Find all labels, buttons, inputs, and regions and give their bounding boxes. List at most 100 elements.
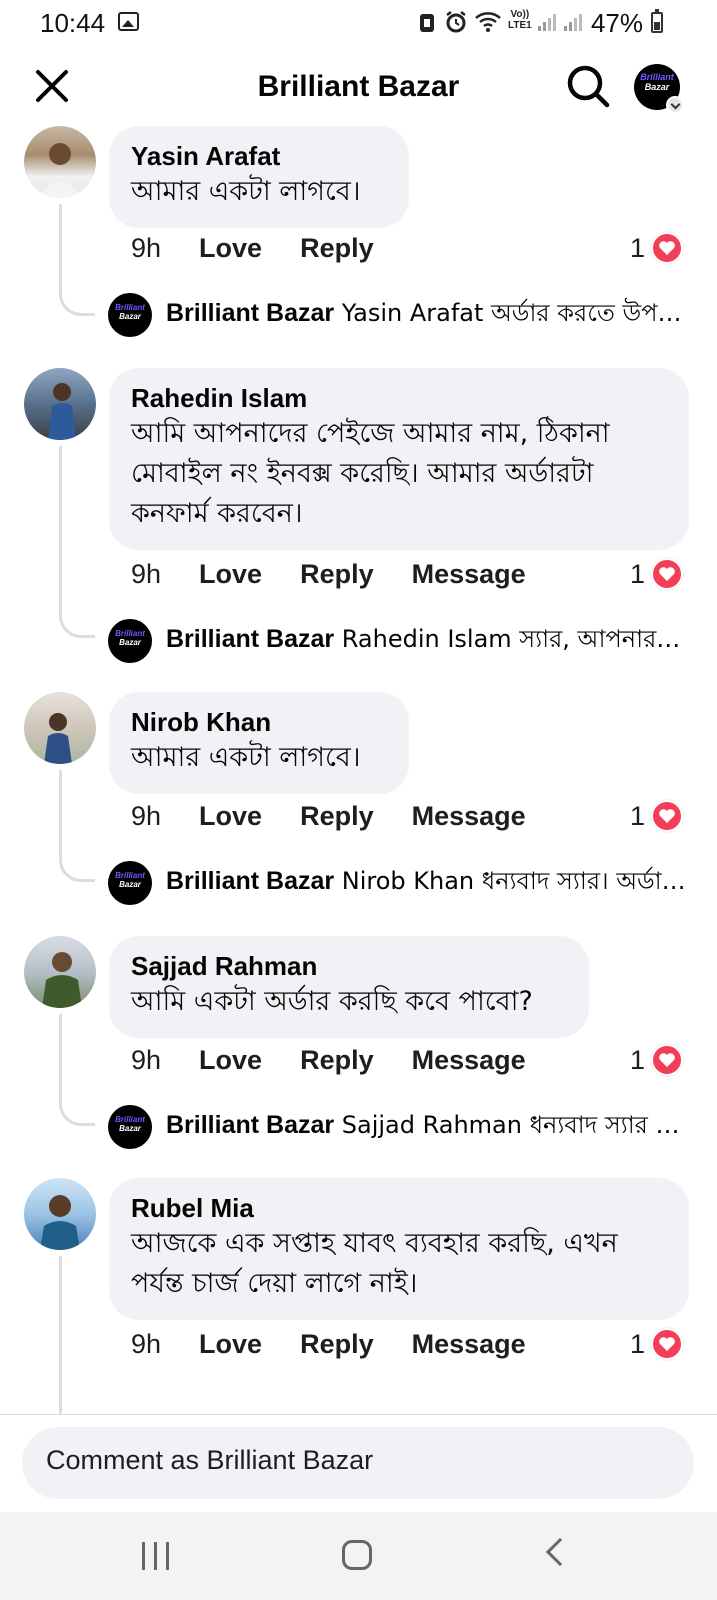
reply-preview[interactable]: Brilliant Bazar Brilliant Bazar Yasin Ara… (108, 292, 688, 338)
comment-bubble[interactable]: Nirob Khan আমার একটা লাগবে। (109, 692, 409, 794)
reaction-summary[interactable]: 1 (630, 554, 683, 594)
reaction-summary[interactable]: 1 (630, 1324, 683, 1364)
reply-author: Brilliant Bazar (166, 867, 335, 895)
comment-thread: Rubel Mia আজকে এক সপ্তাহ যাবৎ ব্যবহার কর… (0, 1178, 717, 1414)
reply-preview[interactable]: Brilliant Bazar Brilliant Bazar Rahedin I… (108, 618, 688, 664)
thread-connector (59, 446, 95, 638)
love-button[interactable]: Love (199, 559, 262, 590)
love-reaction-icon (651, 1328, 683, 1360)
reaction-count: 1 (629, 558, 645, 589)
comment-thread: Rahedin Islam আমি আপনাদের পেইজে আমার নাম… (0, 368, 717, 668)
brand-avatar[interactable]: Brilliant Bazar (108, 1105, 152, 1149)
comment-actions: 9h Love Reply (131, 228, 412, 268)
comment-input[interactable]: Comment as Brilliant Bazar (22, 1427, 694, 1499)
reply-author: Brilliant Bazar (166, 1111, 335, 1139)
battery-percent: 47% (590, 8, 643, 38)
reaction-summary[interactable]: 1 (630, 796, 683, 836)
reply-text: Brilliant Bazar Sajjad Rahman ধন্যবাদ স্… (166, 1107, 686, 1147)
search-icon[interactable] (564, 62, 612, 110)
love-button[interactable]: Love (199, 1329, 262, 1360)
love-button[interactable]: Love (199, 233, 262, 264)
reply-button[interactable]: Reply (300, 233, 374, 264)
reply-snippet: Sajjad Rahman ধন্যবাদ স্যার আ... (341, 1111, 686, 1139)
comment-thread: Yasin Arafat আমার একটা লাগবে। 9h Love Re… (0, 126, 717, 346)
comment-thread: Sajjad Rahman আমি একটা অর্ডার করছি কবে প… (0, 936, 717, 1156)
brand-avatar[interactable]: Brilliant Bazar (108, 293, 152, 337)
volte-label: Vo)) (510, 9, 530, 20)
brand-avatar[interactable]: Brilliant Bazar (108, 619, 152, 663)
brand-logo-line1: Brilliant (640, 72, 674, 82)
love-button[interactable]: Love (199, 801, 262, 832)
thread-connector (59, 204, 95, 316)
thread-connector (59, 1256, 95, 1414)
thread-connector (59, 1014, 95, 1126)
reply-button[interactable]: Reply (300, 559, 374, 590)
message-button[interactable]: Message (412, 559, 526, 590)
comment-bubble[interactable]: Rubel Mia আজকে এক সপ্তাহ যাবৎ ব্যবহার কর… (109, 1178, 689, 1320)
signal-icon-sim2 (564, 14, 582, 31)
brand-logo-line2: Bazar (644, 82, 670, 92)
status-bar: 10:44 Vo)) LTE1 47% (0, 0, 717, 46)
recent-apps-icon[interactable] (142, 1542, 172, 1570)
app-notification-icon (420, 14, 434, 32)
brand-logo-line2: Bazar (119, 880, 141, 889)
thread-connector (59, 770, 95, 882)
comment-text: আমার একটা লাগবে। (131, 742, 361, 773)
home-icon[interactable] (342, 1540, 372, 1570)
avatar[interactable] (24, 126, 96, 198)
brand-avatar[interactable]: Brilliant Bazar (108, 861, 152, 905)
comment-time: 9h (131, 800, 162, 831)
reply-snippet: Rahedin Islam স্যার, আপনার অ... (341, 625, 686, 653)
reply-button[interactable]: Reply (300, 1329, 374, 1360)
comment-text: আমি আপনাদের পেইজে আমার নাম, ঠিকানা মোবাই… (131, 418, 610, 529)
comment-composer-bar: Comment as Brilliant Bazar (0, 1414, 717, 1512)
brand-logo-line2: Bazar (119, 1124, 141, 1133)
love-button[interactable]: Love (199, 1045, 262, 1076)
reaction-count: 1 (629, 1328, 645, 1359)
comment-time: 9h (131, 1328, 162, 1359)
comment-author[interactable]: Nirob Khan (131, 706, 387, 738)
message-button[interactable]: Message (412, 801, 526, 832)
gallery-notification-icon (118, 12, 139, 31)
brand-logo: Brilliant Bazar (109, 303, 151, 321)
brand-logo-line1: Brilliant (115, 1115, 145, 1124)
reply-preview[interactable]: Brilliant Bazar Brilliant Bazar Nirob Kha… (108, 860, 688, 906)
person-photo-icon (44, 713, 72, 764)
avatar[interactable] (24, 1178, 96, 1250)
message-button[interactable]: Message (412, 1045, 526, 1076)
reply-snippet: Nirob Khan ধন্যবাদ স্যার। অর্ডার... (341, 867, 686, 895)
comment-author[interactable]: Rubel Mia (131, 1192, 667, 1224)
brand-logo: Brilliant Bazar (109, 629, 151, 647)
brand-logo-line2: Bazar (119, 638, 141, 647)
love-reaction-icon (651, 800, 683, 832)
reply-button[interactable]: Reply (300, 801, 374, 832)
comment-bubble[interactable]: Sajjad Rahman আমি একটা অর্ডার করছি কবে প… (109, 936, 589, 1038)
chevron-down-icon[interactable] (666, 96, 684, 114)
comment-actions: 9h Love Reply Message (131, 1040, 564, 1080)
love-reaction-icon (651, 1044, 683, 1076)
profile-switcher-avatar[interactable]: Brilliant Bazar (634, 64, 684, 114)
back-icon[interactable] (545, 1537, 575, 1567)
brand-logo-line1: Brilliant (115, 629, 145, 638)
comment-author[interactable]: Yasin Arafat (131, 140, 387, 172)
comment-bubble[interactable]: Yasin Arafat আমার একটা লাগবে। (109, 126, 409, 228)
reply-text: Brilliant Bazar Nirob Khan ধন্যবাদ স্যার… (166, 863, 686, 903)
reaction-summary[interactable]: 1 (630, 228, 683, 268)
message-button[interactable]: Message (412, 1329, 526, 1360)
avatar[interactable] (24, 368, 96, 440)
comment-author[interactable]: Rahedin Islam (131, 382, 667, 414)
reply-button[interactable]: Reply (300, 1045, 374, 1076)
person-photo-icon (38, 143, 82, 198)
avatar[interactable] (24, 692, 96, 764)
comments-list: Yasin Arafat আমার একটা লাগবে। 9h Love Re… (0, 126, 717, 1414)
comment-bubble[interactable]: Rahedin Islam আমি আপনাদের পেইজে আমার নাম… (109, 368, 689, 550)
person-photo-icon (42, 952, 82, 1008)
reaction-summary[interactable]: 1 (630, 1040, 683, 1080)
battery-icon (651, 9, 663, 33)
love-reaction-icon (651, 558, 683, 590)
reply-preview[interactable]: Brilliant Bazar Brilliant Bazar Sajjad Ra… (108, 1104, 688, 1150)
reply-author: Brilliant Bazar (166, 625, 335, 653)
comment-author[interactable]: Sajjad Rahman (131, 950, 567, 982)
comment-thread: Nirob Khan আমার একটা লাগবে। 9h Love Repl… (0, 692, 717, 912)
avatar[interactable] (24, 936, 96, 1008)
